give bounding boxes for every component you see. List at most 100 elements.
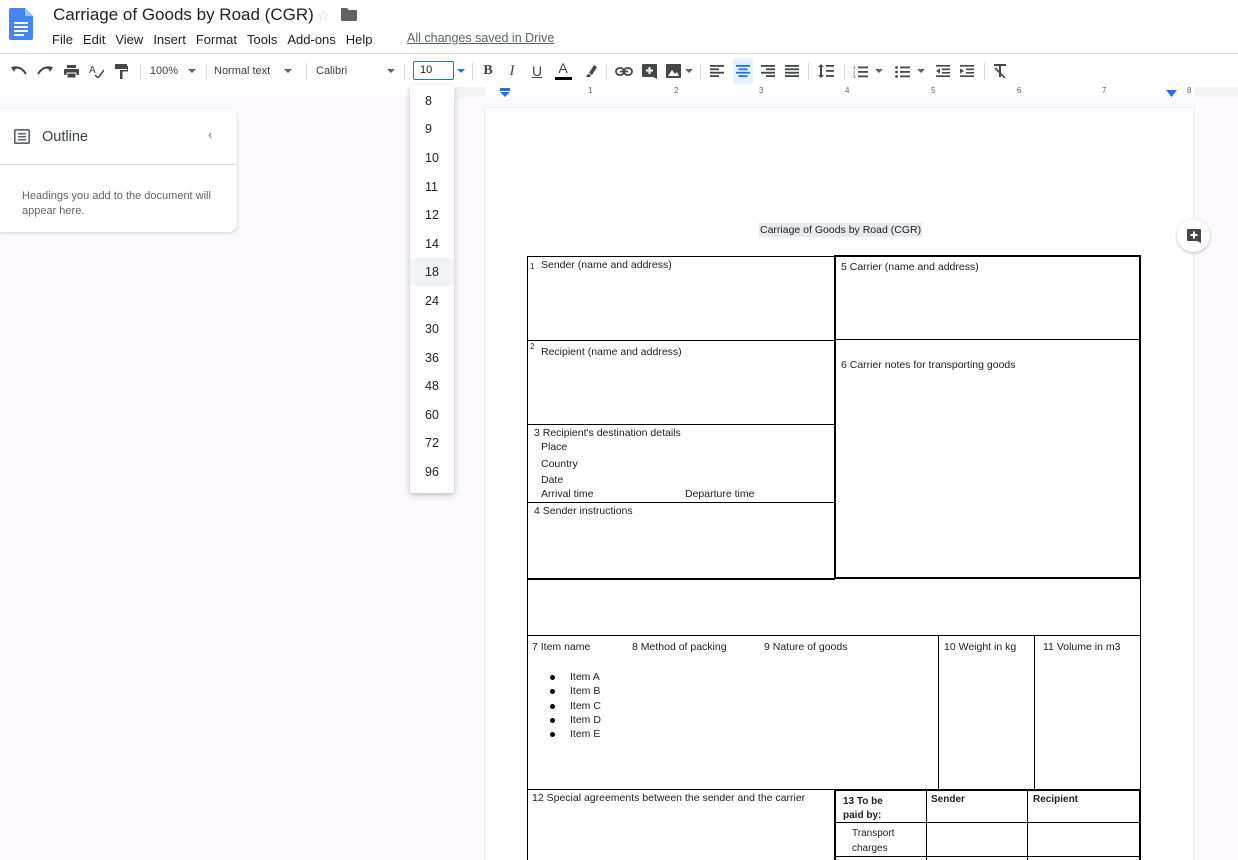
clear-formatting-icon[interactable] (990, 54, 1010, 88)
style-value: Normal text (214, 65, 271, 77)
font-dropdown[interactable]: Calibri (316, 54, 404, 88)
volume-label: 11 Volume in m3 (1043, 641, 1121, 653)
menu-edit[interactable]: Edit (83, 32, 105, 47)
payment-col-divider (926, 791, 927, 860)
font-size-option[interactable]: 10 (410, 144, 454, 172)
align-left-icon[interactable] (708, 54, 726, 88)
font-size-option[interactable]: 36 (410, 344, 454, 372)
print-icon[interactable] (62, 54, 80, 88)
font-size-option[interactable]: 14 (410, 230, 454, 258)
carrier-divider (836, 339, 1139, 340)
transport-charges-label: Transport charges (852, 828, 895, 854)
departure-time-label: Departure time (685, 488, 755, 500)
font-size-option[interactable]: 24 (410, 287, 454, 315)
document-title[interactable]: Carriage of Goods by Road (CGR) (53, 5, 314, 25)
menu-insert[interactable]: Insert (153, 32, 186, 47)
font-size-option[interactable]: 96 (410, 458, 454, 486)
line-spacing-icon[interactable] (816, 54, 836, 88)
save-status-link[interactable]: All changes saved in Drive (407, 31, 554, 45)
menu-add-ons[interactable]: Add-ons (287, 32, 335, 47)
font-size-option[interactable]: 60 (410, 401, 454, 429)
toolbar: A 100% Normal text Calibri 10 B I U A 1 … (0, 53, 1238, 87)
bulleted-list-icon[interactable] (892, 54, 928, 88)
zoom-value: 100% (149, 65, 179, 77)
folder-icon[interactable] (341, 8, 357, 21)
text-color-label: A (558, 60, 568, 76)
font-size-option[interactable]: 9 (410, 115, 454, 143)
bold-icon[interactable]: B (479, 54, 497, 88)
font-size-dropdown: 8 9 10 11 12 14 18 24 30 36 48 60 72 96 (410, 85, 454, 493)
undo-icon[interactable] (10, 54, 28, 88)
items-cell[interactable]: 7 Item name 8 Method of packing 9 Nature… (527, 635, 939, 790)
destination-cell[interactable]: 3 Recipient's destination details Place … (527, 424, 835, 503)
item-list: Item A Item B Item C Item D Item E (550, 670, 601, 741)
paint-format-icon[interactable] (112, 54, 130, 88)
weight-cell[interactable]: 10 Weight in kg (938, 635, 1035, 790)
chevron-down-icon (188, 69, 197, 73)
menu-tools[interactable]: Tools (247, 32, 277, 47)
menu-help[interactable]: Help (346, 32, 373, 47)
font-size-option[interactable]: 11 (410, 173, 454, 201)
link-icon[interactable] (614, 54, 634, 88)
special-agreements-cell[interactable]: 12 Special agreements between the sender… (527, 789, 835, 860)
menu-view[interactable]: View (115, 32, 143, 47)
text-color-icon[interactable]: A (554, 54, 572, 88)
decrease-indent-icon[interactable] (934, 54, 952, 88)
svg-text:3: 3 (853, 74, 856, 78)
paragraph-style-dropdown[interactable]: Normal text (214, 54, 300, 88)
numbered-list-icon[interactable]: 123 (850, 54, 886, 88)
ruler[interactable]: 1 2 3 4 5 6 7 8 (455, 86, 1238, 97)
docs-logo-icon[interactable] (9, 8, 33, 40)
sender-cell[interactable]: 1 Sender (name and address) (527, 256, 835, 341)
recipient-column-header: Recipient (1033, 794, 1079, 805)
star-icon[interactable]: ☆ (316, 6, 330, 26)
font-size-option[interactable]: 12 (410, 201, 454, 229)
sender-label: Sender (name and address) (541, 259, 672, 271)
font-size-chevron-icon[interactable] (455, 54, 467, 88)
volume-cell[interactable]: 11 Volume in m3 (1034, 635, 1141, 790)
sender-instructions-cell[interactable]: 4 Sender instructions (527, 502, 835, 580)
payment-table[interactable]: 13 To be paid by: Sender Recipient Trans… (834, 789, 1141, 860)
ruler-mark: 7 (1102, 86, 1107, 95)
font-size-input[interactable]: 10 (413, 61, 454, 80)
chevron-left-icon[interactable]: ‹ (208, 127, 212, 142)
menu-file[interactable]: File (52, 32, 73, 47)
sender-column-header: Sender (931, 794, 965, 805)
text-color-swatch (554, 77, 572, 80)
document-heading[interactable]: Carriage of Goods by Road (CGR) (759, 223, 923, 237)
carrier-block[interactable]: 5 Carrier (name and address) 6 Carrier n… (834, 255, 1141, 579)
weight-label: 10 Weight in kg (944, 641, 1017, 653)
empty-row[interactable] (527, 578, 1141, 636)
left-indent-marker-icon[interactable] (499, 88, 511, 97)
svg-text:A: A (89, 65, 96, 76)
spellcheck-icon[interactable]: A (87, 54, 105, 88)
right-indent-marker-icon[interactable] (1166, 90, 1177, 97)
font-size-option-hovered[interactable]: 18 (410, 258, 454, 286)
font-size-option[interactable]: 8 (410, 87, 454, 115)
underline-icon[interactable]: U (528, 54, 546, 88)
redo-icon[interactable] (36, 54, 54, 88)
document-page[interactable]: Carriage of Goods by Road (CGR) 1 Sender… (485, 108, 1193, 860)
item-name-label: 7 Item name (532, 641, 591, 653)
highlight-icon[interactable] (582, 54, 600, 88)
image-icon[interactable] (664, 54, 694, 88)
increase-indent-icon[interactable] (958, 54, 976, 88)
title-bar: Carriage of Goods by Road (CGR) ☆ File E… (0, 0, 1238, 52)
zoom-dropdown[interactable]: 100% (148, 54, 198, 88)
font-size-option[interactable]: 48 (410, 372, 454, 400)
ruler-mark: 4 (845, 86, 850, 95)
align-center-icon[interactable] (733, 58, 753, 84)
packing-label: 8 Method of packing (632, 641, 727, 653)
add-comment-button[interactable] (1177, 219, 1210, 252)
italic-icon[interactable]: I (503, 54, 521, 88)
menu-format[interactable]: Format (196, 32, 237, 47)
outline-title: Outline (42, 129, 88, 145)
justify-icon[interactable] (783, 54, 801, 88)
comment-icon[interactable] (640, 54, 658, 88)
nature-label: 9 Nature of goods (764, 641, 848, 653)
recipient-cell[interactable]: 2 Recipient (name and address) (527, 340, 835, 425)
font-size-option[interactable]: 30 (410, 315, 454, 343)
font-value: Calibri (316, 65, 348, 77)
font-size-option[interactable]: 72 (410, 429, 454, 457)
align-right-icon[interactable] (759, 54, 777, 88)
